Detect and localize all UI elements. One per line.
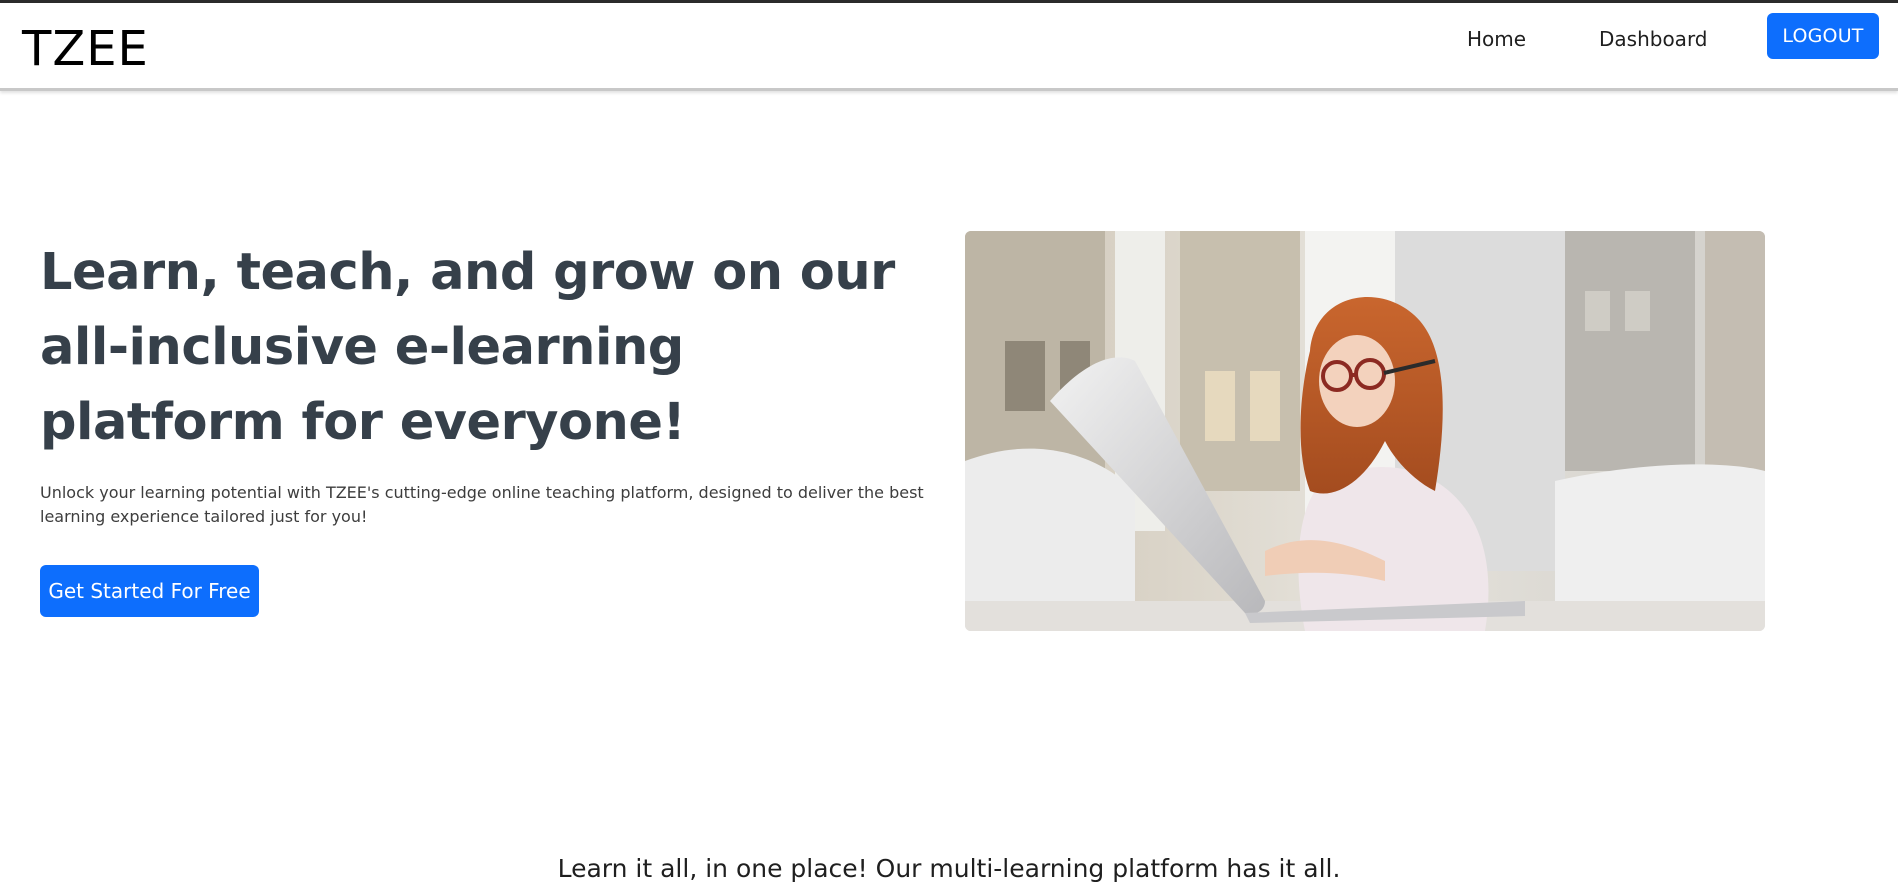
hero-subtitle: Unlock your learning potential with TZEE… [40,483,924,526]
hero-image [965,231,1765,631]
hero-title: Learn, teach, and grow on our all-inclus… [40,243,895,452]
logout-button[interactable]: LOGOUT [1767,13,1879,59]
nav-link-dashboard[interactable]: Dashboard [1599,25,1708,53]
get-started-button[interactable]: Get Started For Free [40,565,259,617]
section-tagline: Learn it all, in one place! Our multi-le… [557,854,1341,883]
girl-with-laptop-photo-icon [965,231,1765,631]
brand-logo[interactable]: TZEE [22,21,149,77]
navbar: TZEE Home Dashboard LOGOUT [0,3,1898,91]
nav-link-home[interactable]: Home [1467,25,1526,53]
